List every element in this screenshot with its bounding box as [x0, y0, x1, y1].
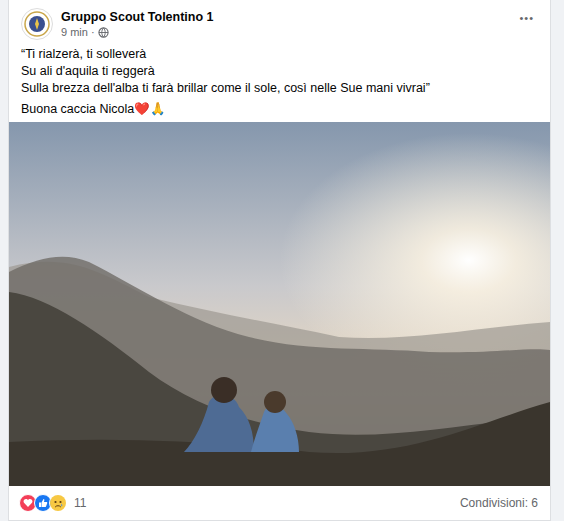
feed: Gruppo Scout Tolentino 1 9 min · ••• “Ti…: [0, 0, 564, 521]
reaction-count: 11: [74, 496, 86, 510]
post-menu-button[interactable]: •••: [515, 12, 538, 24]
reaction-summary[interactable]: 11: [19, 494, 86, 512]
sad-reaction-icon: [49, 494, 67, 512]
post-photo[interactable]: [9, 122, 550, 486]
caption-closing: Buona caccia Nicola❤️🙏: [21, 101, 538, 118]
group-avatar[interactable]: [21, 8, 53, 40]
globe-icon: [98, 27, 109, 38]
post-footer: 11 Condivisioni: 6: [9, 486, 550, 520]
landscape-photo: [9, 122, 550, 486]
caption-line: Su ali d'aquila ti reggerà: [21, 63, 538, 80]
post-header: Gruppo Scout Tolentino 1 9 min · •••: [9, 0, 550, 44]
scout-logo-icon: [24, 11, 50, 37]
post-card: Gruppo Scout Tolentino 1 9 min · ••• “Ti…: [8, 0, 551, 521]
author-name[interactable]: Gruppo Scout Tolentino 1: [61, 10, 507, 24]
caption-line: Sulla brezza dell'alba ti farà brillar c…: [21, 80, 538, 97]
post-caption: “Ti rialzerà, ti solleveràSu ali d'aquil…: [9, 44, 550, 118]
caption-line: “Ti rialzerà, ti solleverà: [21, 46, 538, 63]
share-count[interactable]: Condivisioni: 6: [460, 496, 538, 510]
post-time[interactable]: 9 min ·: [61, 26, 507, 38]
